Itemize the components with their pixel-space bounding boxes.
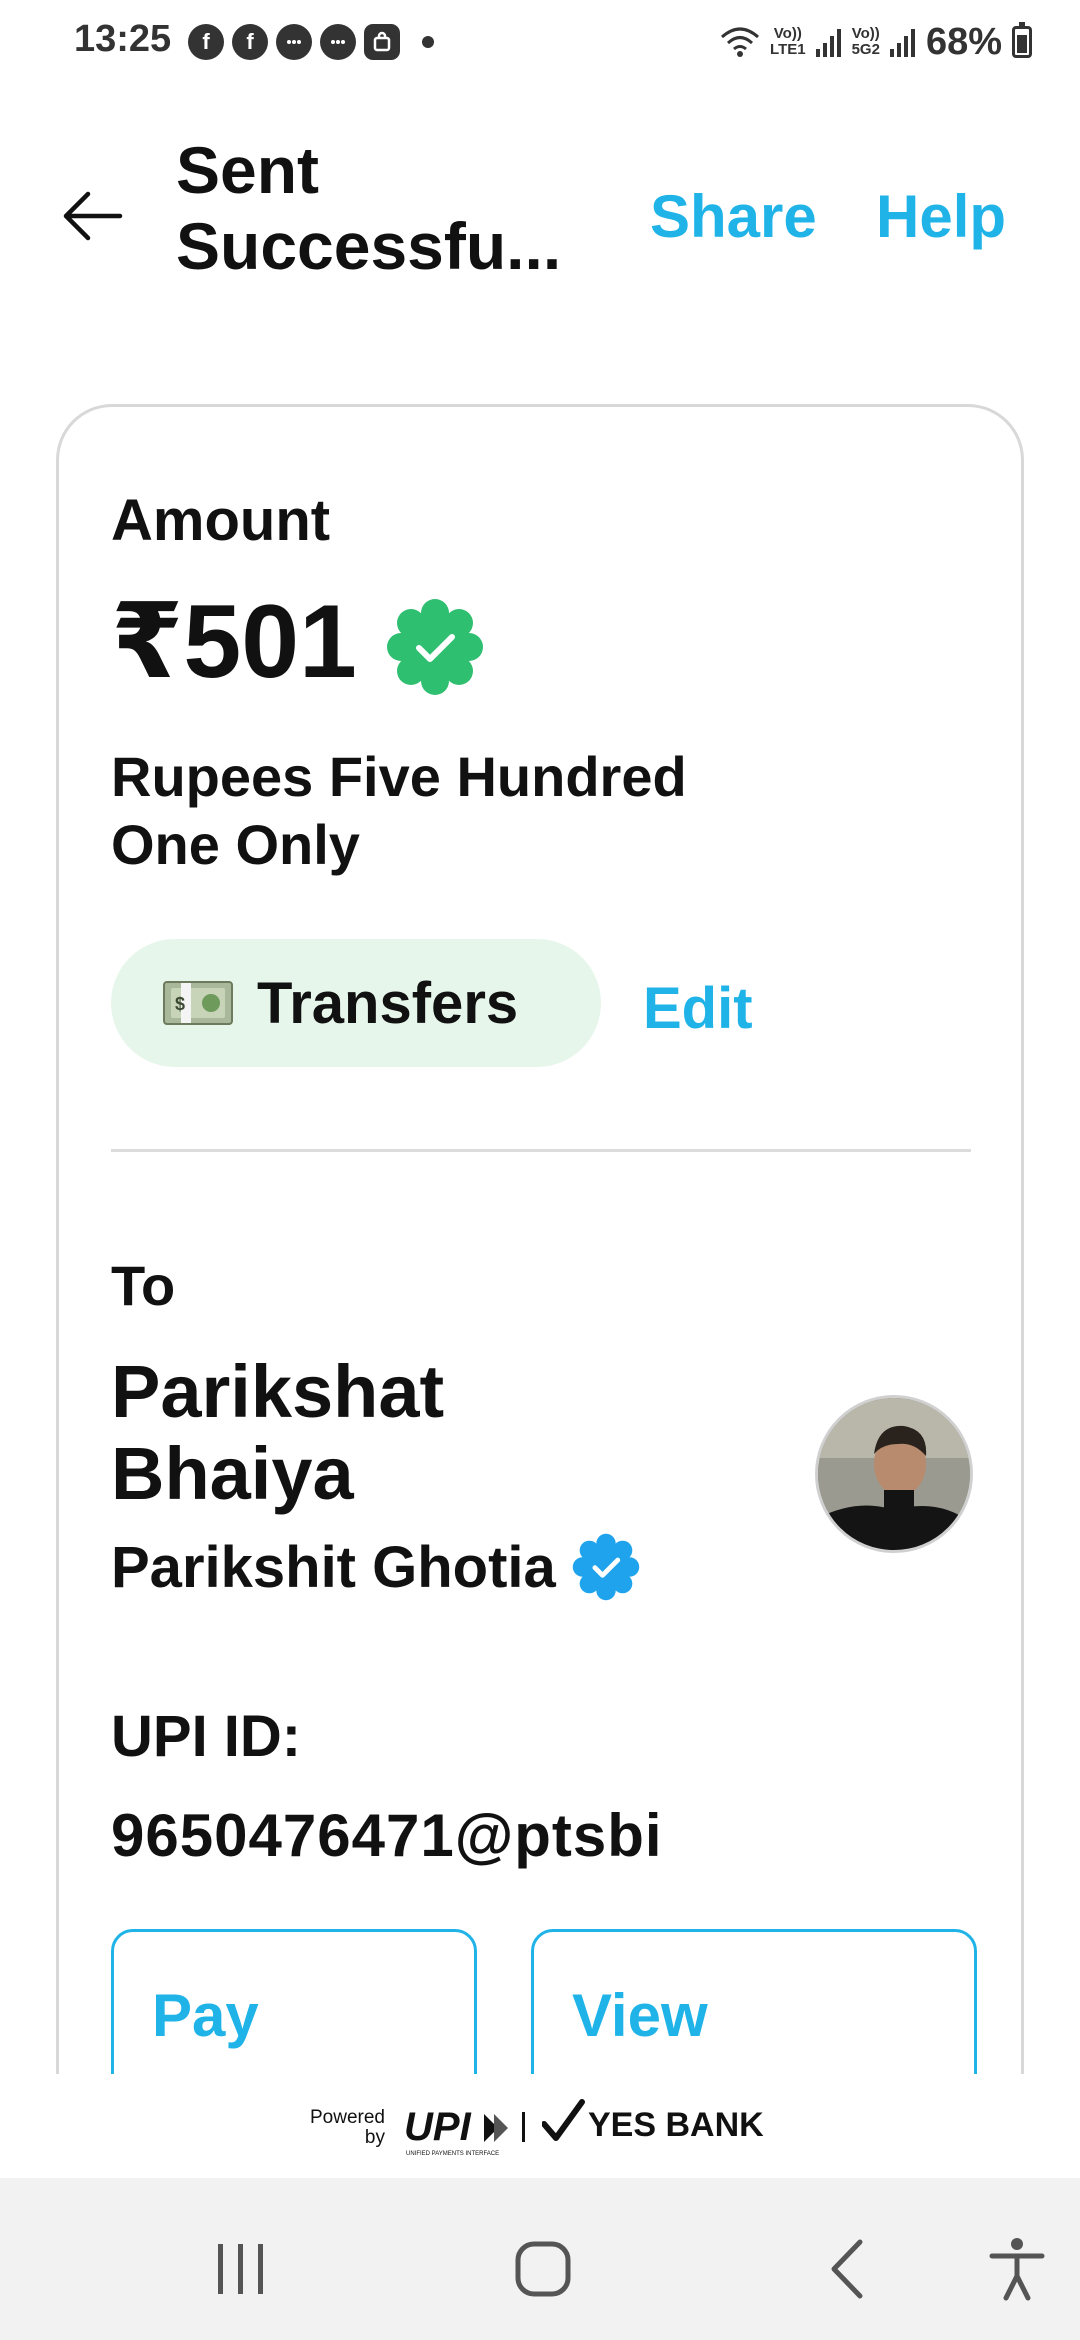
status-bar: 13:25 f f Vo)) LTE1 Vo)) 5G2 68% xyxy=(0,0,1080,84)
share-button[interactable]: Share xyxy=(650,182,817,251)
edit-category-button[interactable]: Edit xyxy=(643,975,753,1042)
svg-text:UPI: UPI xyxy=(404,2105,472,2149)
back-nav-icon[interactable] xyxy=(814,2234,884,2304)
divider xyxy=(111,1149,971,1152)
amount-in-words: Rupees Five Hundred One Only xyxy=(111,745,687,876)
facebook-icon: f xyxy=(232,24,268,60)
recipient-avatar xyxy=(815,1395,973,1553)
amount-label: Amount xyxy=(111,488,331,553)
status-right: Vo)) LTE1 Vo)) 5G2 68% xyxy=(720,18,1032,66)
recipient-legal-name: Parikshit Ghotia xyxy=(111,1531,642,1603)
amount-value: ₹501 xyxy=(111,584,357,700)
system-nav-bar xyxy=(0,2178,1080,2340)
back-arrow-icon[interactable] xyxy=(58,180,130,252)
home-icon[interactable] xyxy=(508,2234,578,2304)
logo-separator xyxy=(522,2112,525,2142)
recents-icon[interactable] xyxy=(206,2234,276,2304)
powered-by-text: Powered by xyxy=(310,2107,385,2148)
more-notifications-dot xyxy=(422,36,434,48)
messenger-icon xyxy=(276,24,312,60)
upi-id-label: UPI ID: xyxy=(111,1704,302,1769)
chat-icon xyxy=(320,24,356,60)
transaction-card: Amount ₹501 Rupees Five Hundred One Only… xyxy=(56,404,1024,2149)
app-header: Sent Successfu... Share Help xyxy=(0,120,1080,310)
status-time: 13:25 xyxy=(74,18,172,60)
battery-percent: 68% xyxy=(925,20,1002,63)
category-chip[interactable]: $ Transfers xyxy=(111,939,601,1067)
signal-1-icon xyxy=(815,29,841,57)
powered-by-footer: Powered by UPI UNIFIED PAYMENTS INTERFAC… xyxy=(0,2074,1080,2178)
signal-2-icon xyxy=(889,29,915,57)
accessibility-icon[interactable] xyxy=(982,2234,1052,2304)
notification-icons: f f xyxy=(188,22,434,62)
battery-icon xyxy=(1012,22,1032,58)
network-1-label: Vo)) LTE1 xyxy=(770,25,806,58)
shopping-bag-icon xyxy=(364,24,400,60)
svg-text:YES BANK: YES BANK xyxy=(588,2106,764,2144)
svg-text:UNIFIED PAYMENTS INTERFACE: UNIFIED PAYMENTS INTERFACE xyxy=(406,2151,499,2157)
upi-id-value: 9650476471@ptsbi xyxy=(111,1802,663,1869)
network-2-label: Vo)) 5G2 xyxy=(851,25,880,58)
recipient-name: Parikshat Bhaiya xyxy=(111,1350,445,1515)
category-label: Transfers xyxy=(257,970,519,1036)
wifi-icon xyxy=(721,27,760,57)
svg-text:$: $ xyxy=(175,994,185,1014)
facebook-icon: f xyxy=(188,24,224,60)
help-button[interactable]: Help xyxy=(876,182,1006,251)
upi-logo: UPI UNIFIED PAYMENTS INTERFACE xyxy=(404,2105,508,2157)
yes-bank-logo: YES BANK xyxy=(542,2099,764,2144)
to-label: To xyxy=(111,1254,176,1317)
success-check-icon xyxy=(387,599,483,695)
verified-badge-icon xyxy=(572,1533,640,1601)
cash-icon: $ xyxy=(163,981,233,1025)
page-title: Sent Successfu... xyxy=(176,133,562,283)
